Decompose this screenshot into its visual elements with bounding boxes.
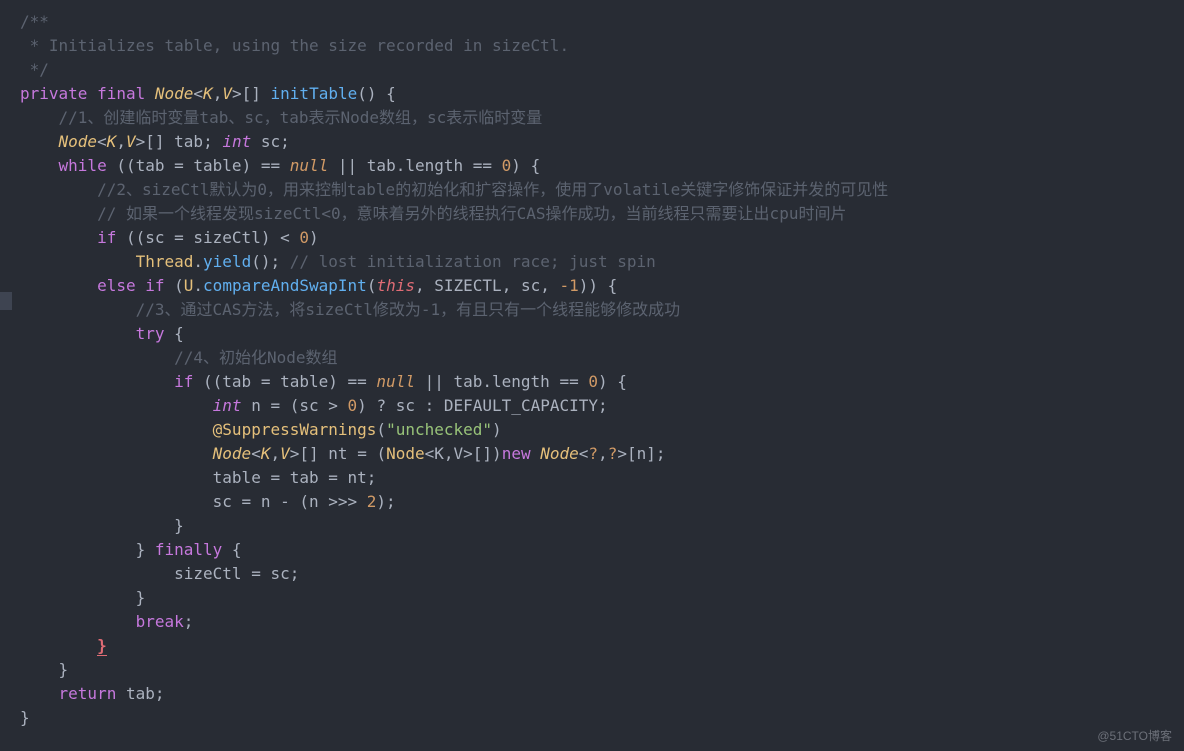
comment-open: /** [20,12,49,31]
code-line: } finally { [20,538,1164,562]
code-line: int n = (sc > 0) ? sc : DEFAULT_CAPACITY… [20,394,1164,418]
code-line: try { [20,322,1164,346]
code-line: break; [20,610,1164,634]
code-line: } [20,514,1164,538]
code-line: if ((sc = sizeCtl) < 0) [20,226,1164,250]
code-line: } [20,586,1164,610]
code-line: sizeCtl = sc; [20,562,1164,586]
type-node: Node [155,84,194,103]
code-line: @SuppressWarnings("unchecked") [20,418,1164,442]
code-line: //2、sizeCtl默认为0，用来控制table的初始化和扩容操作，使用了vo… [20,178,1164,202]
code-line: return tab; [20,682,1164,706]
kw-private: private [20,84,87,103]
method-name: initTable [271,84,358,103]
watermark: @51CTO博客 [1097,727,1172,745]
comment: //1、创建临时变量tab、sc，tab表示Node数组，sc表示临时变量 [20,108,542,127]
code-line: if ((tab = table) == null || tab.length … [20,370,1164,394]
gutter-cursor [0,292,12,310]
code-line: //4、初始化Node数组 [20,346,1164,370]
code-line: Node<K,V>[] tab; int sc; [20,130,1164,154]
code-line: Node<K,V>[] nt = (Node<K,V>[])new Node<?… [20,442,1164,466]
kw-final: final [97,84,145,103]
matched-brace: } [97,636,107,656]
comment-close: */ [20,60,49,79]
code-line: } [20,658,1164,682]
code-line: sc = n - (n >>> 2); [20,490,1164,514]
code-line: /** [20,10,1164,34]
code-line: table = tab = nt; [20,466,1164,490]
code-line: // 如果一个线程发现sizeCtl<0，意味着另外的线程执行CAS操作成功，当… [20,202,1164,226]
code-line: else if (U.compareAndSwapInt(this, SIZEC… [20,274,1164,298]
code-line: while ((tab = table) == null || tab.leng… [20,154,1164,178]
code-line: private final Node<K,V>[] initTable() { [20,82,1164,106]
code-line: * Initializes table, using the size reco… [20,34,1164,58]
comment-body: * Initializes table, using the size reco… [20,36,569,55]
code-line: Thread.yield(); // lost initialization r… [20,250,1164,274]
code-block: /** * Initializes table, using the size … [0,0,1184,740]
code-line: //3、通过CAS方法，将sizeCtl修改为-1，有且只有一个线程能够修改成功 [20,298,1164,322]
code-line: } [20,634,1164,658]
code-line: //1、创建临时变量tab、sc，tab表示Node数组，sc表示临时变量 [20,106,1164,130]
code-line: */ [20,58,1164,82]
code-line: } [20,706,1164,730]
